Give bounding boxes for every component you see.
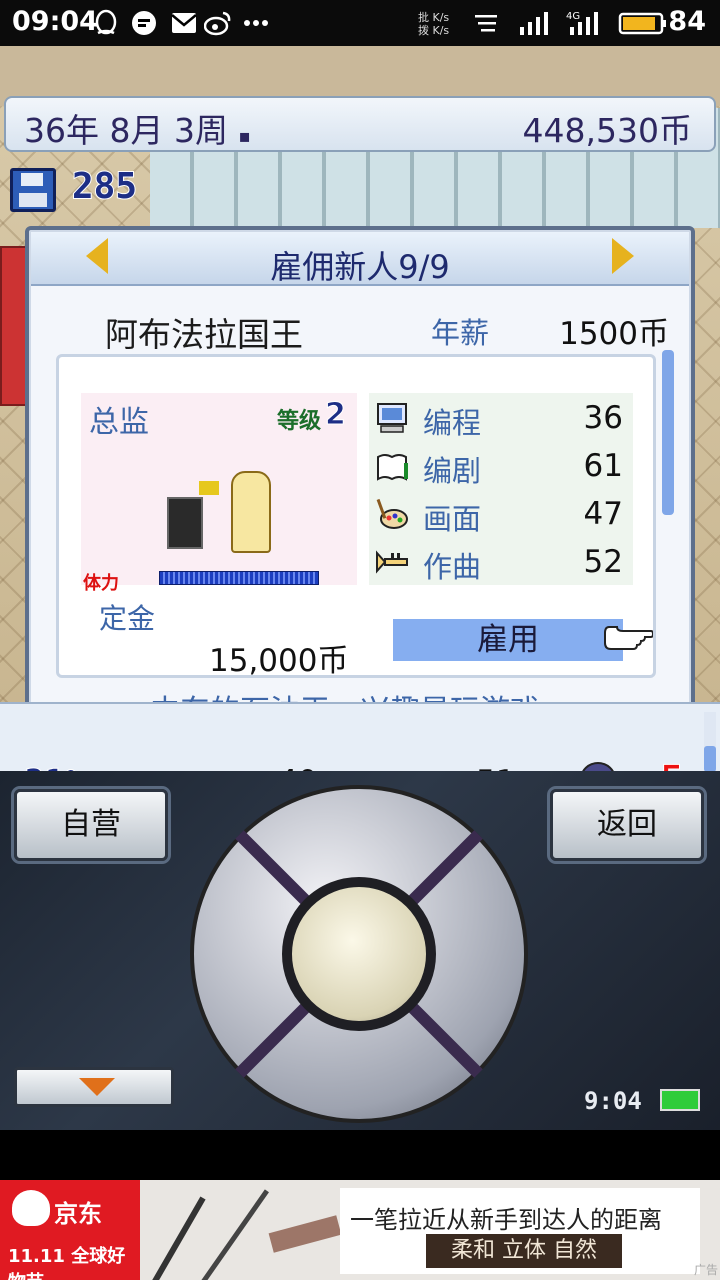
ad-tagline: 柔和 立体 自然 xyxy=(426,1234,622,1268)
stat-row-scenario: 编剧 61 xyxy=(369,443,633,489)
game-date: 36年 8月 3周 ▪ xyxy=(24,111,251,150)
stamina-label: 体力 xyxy=(83,573,119,594)
staff-role: 总监 xyxy=(89,405,149,440)
dialog-header: 雇佣新人9/9 xyxy=(31,232,689,286)
weibo-icon xyxy=(204,11,231,36)
svg-text:批 K/s: 批 K/s xyxy=(418,10,449,24)
skill-stats: 编程 36 编剧 61 画面 47 作曲 52 xyxy=(369,393,633,585)
ad-spacer xyxy=(0,1130,720,1180)
top-info-bar: 36年 8月 3周 ▪ 448,530币 xyxy=(4,96,716,152)
progress-percent: 31% xyxy=(23,762,85,772)
save-count: 285 xyxy=(71,165,138,208)
monster-icon xyxy=(580,762,616,771)
salary-value: 1500币 xyxy=(559,316,669,352)
pencil-image xyxy=(140,1196,206,1280)
hire-button[interactable]: 雇用 xyxy=(393,619,623,661)
game-screen[interactable]: 36年 8月 3周 ▪ 448,530币 285 雇佣新人9/9 阿布法拉国王 … xyxy=(0,46,720,771)
stat-label: 编剧 xyxy=(423,454,482,488)
pencil-image xyxy=(196,1189,269,1280)
company-status-strip: 31% 期待度 40 知名度 51 5 xyxy=(0,702,720,771)
trumpet-icon xyxy=(376,550,408,574)
bookshelf xyxy=(0,246,28,406)
ad-label: 广告 xyxy=(693,1263,718,1277)
book-icon xyxy=(377,454,408,481)
confirm-button[interactable] xyxy=(282,877,436,1031)
stamina-bar xyxy=(159,571,319,585)
ad-headline: 一笔拉近从新手到达人的距离 xyxy=(350,1206,662,1234)
next-arrow-icon[interactable] xyxy=(612,238,634,274)
dialog-scroll-thumb[interactable] xyxy=(662,350,674,515)
alert-number: 5 xyxy=(660,758,685,772)
hire-dialog: 雇佣新人9/9 阿布法拉国王 年薪 1500币 总监 等级 2 体力 编程 36… xyxy=(25,226,695,742)
staff-portrait: 总监 等级 2 体力 xyxy=(81,393,357,594)
battery-percent: 84 xyxy=(668,6,706,37)
chat-icon xyxy=(132,11,156,35)
qq-icon xyxy=(95,9,117,35)
stat-value: 36 xyxy=(583,400,623,436)
back-button[interactable]: 返回 xyxy=(550,789,704,861)
network-speed-icon: 批 K/s 拨 K/s xyxy=(418,10,449,37)
pointing-hand-icon xyxy=(604,626,653,650)
fame-label: 知名度 xyxy=(354,762,447,771)
flag-icon xyxy=(199,481,219,495)
deposit-value: 15,000币 xyxy=(209,643,349,679)
money-display: 448,530币 xyxy=(522,111,692,150)
dialog-title: 雇佣新人9/9 xyxy=(270,248,450,286)
svg-text:4G: 4G xyxy=(566,11,580,22)
staff-sprite xyxy=(231,471,271,553)
stat-value: 47 xyxy=(583,496,623,532)
palette-icon xyxy=(376,498,408,529)
stat-row-music: 作曲 52 xyxy=(369,539,633,585)
ad-banner[interactable]: 京东 11.11 全球好物节 一笔拉近从新手到达人的距离 柔和 立体 自然 广告 xyxy=(0,1180,720,1280)
staff-detail-panel: 总监 等级 2 体力 编程 36 编剧 61 画面 47 作曲 52 定金 15… xyxy=(56,354,656,679)
chair-icon xyxy=(167,497,203,549)
stat-value: 61 xyxy=(583,448,623,484)
stat-row-graphics: 画面 47 xyxy=(369,491,633,537)
stat-label: 编程 xyxy=(423,406,482,440)
controller-clock: 9:04 xyxy=(584,1087,642,1115)
menu-icon xyxy=(475,15,497,32)
computer-icon xyxy=(377,403,407,433)
salary-label: 年薪 xyxy=(431,316,490,350)
expectation-label: 期待度 xyxy=(156,762,249,771)
mail-icon xyxy=(171,13,197,33)
staff-name: 阿布法拉国王 xyxy=(105,315,303,354)
scroll-down-button[interactable] xyxy=(14,1067,174,1107)
stat-label: 作曲 xyxy=(423,550,482,584)
battery-icon xyxy=(618,12,666,35)
controller-battery-icon xyxy=(660,1089,700,1111)
signal-4g-icon: 4G xyxy=(566,11,598,35)
status-time: 09:04 xyxy=(12,6,98,37)
expectation-value: 40 xyxy=(278,764,317,771)
stat-value: 52 xyxy=(583,544,623,580)
ad-text-block: 一笔拉近从新手到达人的距离 柔和 立体 自然 xyxy=(340,1188,700,1274)
self-operate-button[interactable]: 自营 xyxy=(14,789,168,861)
jd-dog-icon xyxy=(12,1190,50,1226)
stat-row-programming: 编程 36 xyxy=(369,395,633,441)
svg-text:拨 K/s: 拨 K/s xyxy=(418,23,449,37)
fame-value: 51 xyxy=(476,764,515,771)
signal-icon xyxy=(520,12,548,35)
level-value: 2 xyxy=(325,397,347,433)
dialog-scrollbar[interactable] xyxy=(662,350,674,680)
strip-scrollbar[interactable] xyxy=(704,712,716,771)
ad-promo: 11.11 全球好物节 xyxy=(8,1246,126,1280)
virtual-controller: 自营 返回 9:04 xyxy=(0,771,720,1130)
ad-brand-block: 京东 11.11 全球好物节 xyxy=(0,1180,140,1280)
status-bar: 09:04 批 K/s 拨 K/s 4G 84 xyxy=(0,0,720,46)
more-icon xyxy=(244,20,268,26)
level-label: 等级 xyxy=(277,409,322,434)
brush-stroke xyxy=(268,1215,342,1253)
deposit-label: 定金 xyxy=(99,602,156,635)
save-icon[interactable] xyxy=(10,168,56,212)
ad-brand: 京东 xyxy=(54,1200,102,1228)
stat-label: 画面 xyxy=(423,502,482,536)
